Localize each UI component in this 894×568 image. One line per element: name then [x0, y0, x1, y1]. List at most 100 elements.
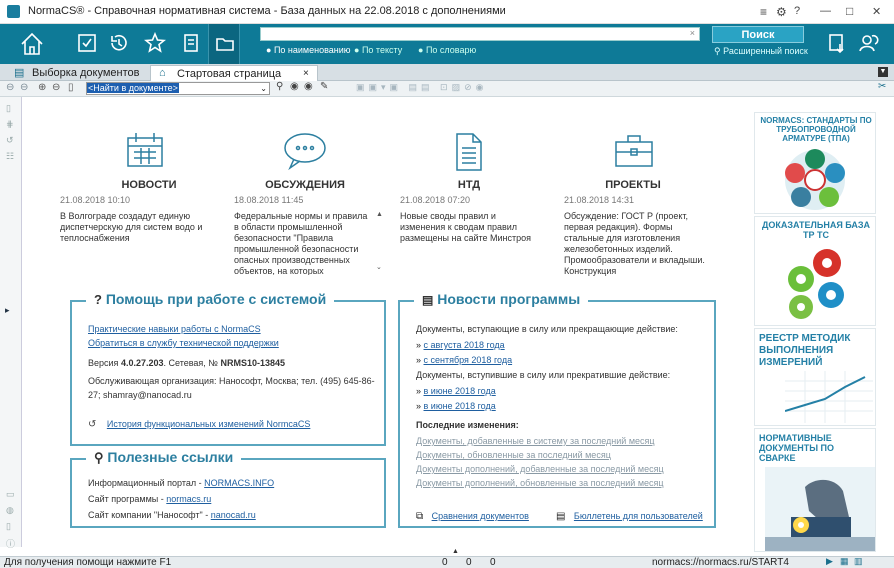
history-icon[interactable]	[108, 32, 130, 54]
practical-skills-link[interactable]: Практические навыки работы с NormaCS	[88, 324, 261, 334]
pin-icon[interactable]: ✂	[878, 81, 886, 92]
forward-icon[interactable]: ⊖	[20, 82, 28, 93]
doc-tools-icons: ▣▣▾▣ ▤▤ ⊡▨⊘◉	[356, 82, 488, 92]
status-counter: 0	[442, 557, 448, 568]
panel-doc-icon[interactable]: ▯	[6, 103, 11, 114]
scroll-up-icon[interactable]: ▲	[376, 211, 383, 218]
entered-link[interactable]: в июне 2018 года	[424, 386, 496, 396]
settings-icon[interactable]: ⚙	[776, 5, 787, 19]
program-news-title: ▤ Новости программы	[414, 291, 589, 307]
dropdown-arrow-icon[interactable]: ⌄	[260, 83, 267, 94]
in-force-link[interactable]: с сентября 2018 года	[424, 355, 513, 365]
close-button[interactable]: ✕	[872, 5, 881, 18]
help-icon[interactable]: ?	[794, 5, 800, 17]
tab-start-page[interactable]: ⌂ Стартовая страница ×	[150, 65, 318, 81]
news-date: 21.08.2018 14:31	[564, 195, 635, 205]
zoom-in-icon[interactable]: ⊕	[38, 82, 46, 93]
bulletin-link[interactable]: ▤ Бюллетень для пользователей	[556, 506, 703, 524]
compare-icon: ⧉	[416, 511, 424, 522]
tab-document-selection[interactable]: ▤ Выборка документов	[6, 65, 146, 81]
radio-icon: ●	[354, 45, 360, 55]
news-text[interactable]: Обсуждение: ГОСТ Р (проект, первая редак…	[564, 211, 714, 277]
folder-icon	[216, 38, 234, 51]
maximize-button[interactable]: □	[846, 4, 853, 18]
play-icon[interactable]: ▶	[826, 556, 833, 567]
back-icon[interactable]: ⊖	[6, 82, 14, 93]
news-heading[interactable]: ОБСУЖДЕНИЯ	[250, 179, 360, 191]
compare-documents-link[interactable]: ⧉ Сравнения документов	[416, 506, 529, 524]
history-clock-icon: ↺	[88, 419, 97, 430]
download-icon[interactable]	[826, 32, 848, 54]
ad-banner-welding[interactable]: НОРМАТИВНЫЕ ДОКУМЕНТЫ ПО СВАРКЕ	[754, 428, 876, 552]
panel-info-icon[interactable]: ⓘ	[6, 537, 15, 550]
welder-image	[765, 467, 875, 551]
news-text[interactable]: Федеральные нормы и правила в области пр…	[234, 211, 374, 275]
home-icon[interactable]	[18, 30, 46, 58]
find-next-icon[interactable]: ◉	[304, 81, 313, 92]
collapse-handle-icon[interactable]: ▲	[452, 548, 459, 555]
program-news-box: ▤ Новости программы Документы, вступающи…	[398, 291, 716, 528]
expand-panel-icon[interactable]: ▸	[5, 305, 10, 316]
change-history-link[interactable]: ↺ История функциональных изменений Normc…	[88, 414, 310, 432]
portal-link[interactable]: NORMACS.INFO	[204, 478, 274, 488]
search-mode-by-text[interactable]: ● По тексту	[354, 45, 402, 55]
status-counter: 0	[490, 557, 496, 568]
bulletin-icon: ▤	[556, 511, 566, 522]
minimize-button[interactable]: —	[820, 5, 831, 17]
main-toolbar: × ● По наименованию ● По тексту ● По сло…	[0, 24, 894, 64]
users-icon[interactable]	[858, 32, 880, 54]
news-heading[interactable]: НОВОСТИ	[94, 179, 204, 191]
ad-banner-tr-ts[interactable]: ДОКАЗАТЕЛЬНАЯ БАЗА ТР ТС	[754, 216, 876, 326]
panel-clip-icon[interactable]: ◍	[6, 505, 14, 516]
search-mode-by-name[interactable]: ● По наименованию	[266, 45, 351, 55]
tab-menu-icon[interactable]: ▼	[878, 67, 888, 77]
ad-banner-valves[interactable]: NORMACS: СТАНДАРТЫ ПО ТРУБОПРОВОДНОЙ АРМ…	[754, 112, 876, 214]
favorites-star-icon[interactable]	[144, 32, 166, 54]
news-heading[interactable]: ПРОЕКТЫ	[578, 179, 688, 191]
panel-list-icon[interactable]: ☷	[6, 151, 14, 162]
news-scrollbar[interactable]: ▲ ⌄	[376, 211, 384, 273]
close-tab-icon[interactable]: ×	[303, 68, 309, 79]
news-date: 21.08.2018 10:10	[60, 195, 131, 205]
panel-history-icon[interactable]: ↺	[6, 135, 14, 146]
news-section: НОВОСТИ 21.08.2018 10:10 В Волгограде со…	[54, 127, 734, 277]
panel-note-icon[interactable]: ▭	[6, 489, 15, 500]
hamburger-icon[interactable]: ≡	[760, 5, 767, 19]
change-link[interactable]: Документы дополнений, добавленные за пос…	[416, 464, 664, 474]
checklist-icon[interactable]	[76, 32, 98, 54]
highlight-icon[interactable]: ✎	[320, 81, 328, 92]
portal-row: Информационный портал - NORMACS.INFO	[88, 478, 275, 488]
clear-search-icon[interactable]: ×	[690, 28, 695, 38]
change-link[interactable]: Документы дополнений, обновленные за пос…	[416, 478, 664, 488]
advanced-search-link[interactable]: ⚲ Расширенный поиск	[714, 46, 808, 57]
question-circle-icon: ?	[94, 292, 102, 307]
find-prev-icon[interactable]: ◉	[290, 81, 299, 92]
folder-button[interactable]	[208, 24, 240, 64]
grid-icon[interactable]: ▦	[840, 556, 849, 567]
company-site-link[interactable]: nanocad.ru	[211, 510, 256, 520]
documents-icon	[456, 133, 482, 171]
search-input[interactable]: ×	[260, 27, 700, 41]
page-icon[interactable]: ▯	[68, 82, 74, 93]
panel-bookmark-icon[interactable]: ⋕	[6, 119, 14, 130]
find-in-document-field[interactable]: <Найти в документе> ⌄	[86, 82, 270, 95]
entered-link[interactable]: в июне 2018 года	[424, 401, 496, 411]
scroll-down-icon[interactable]: ⌄	[376, 263, 382, 271]
panel-print-icon[interactable]: ▯	[6, 521, 11, 532]
zoom-out-icon[interactable]: ⊖	[52, 82, 60, 93]
news-text[interactable]: В Волгограде создадут единую диспетчерск…	[60, 211, 210, 244]
search-button[interactable]: Поиск	[712, 26, 804, 43]
support-link[interactable]: Обратиться в службу технической поддержк…	[88, 338, 279, 348]
change-link[interactable]: Документы, добавленные в систему за посл…	[416, 436, 655, 446]
news-text[interactable]: Новые своды правил и изменения к сводам …	[400, 211, 540, 244]
measurement-graph-icon	[785, 371, 873, 423]
find-search-icon[interactable]: ⚲	[276, 81, 283, 92]
columns-icon[interactable]: ▥	[854, 556, 863, 567]
program-site-link[interactable]: normacs.ru	[166, 494, 211, 504]
change-link[interactable]: Документы, обновленные за последний меся…	[416, 450, 611, 460]
news-heading[interactable]: НТД	[414, 179, 524, 191]
ad-banner-measurements[interactable]: РЕЕСТР МЕТОДИК ВЫПОЛНЕНИЯ ИЗМЕРЕНИЙ	[754, 328, 876, 426]
document-icon[interactable]	[180, 32, 202, 54]
in-force-link[interactable]: с августа 2018 года	[424, 340, 505, 350]
search-mode-by-dict[interactable]: ● По словарю	[418, 45, 476, 55]
